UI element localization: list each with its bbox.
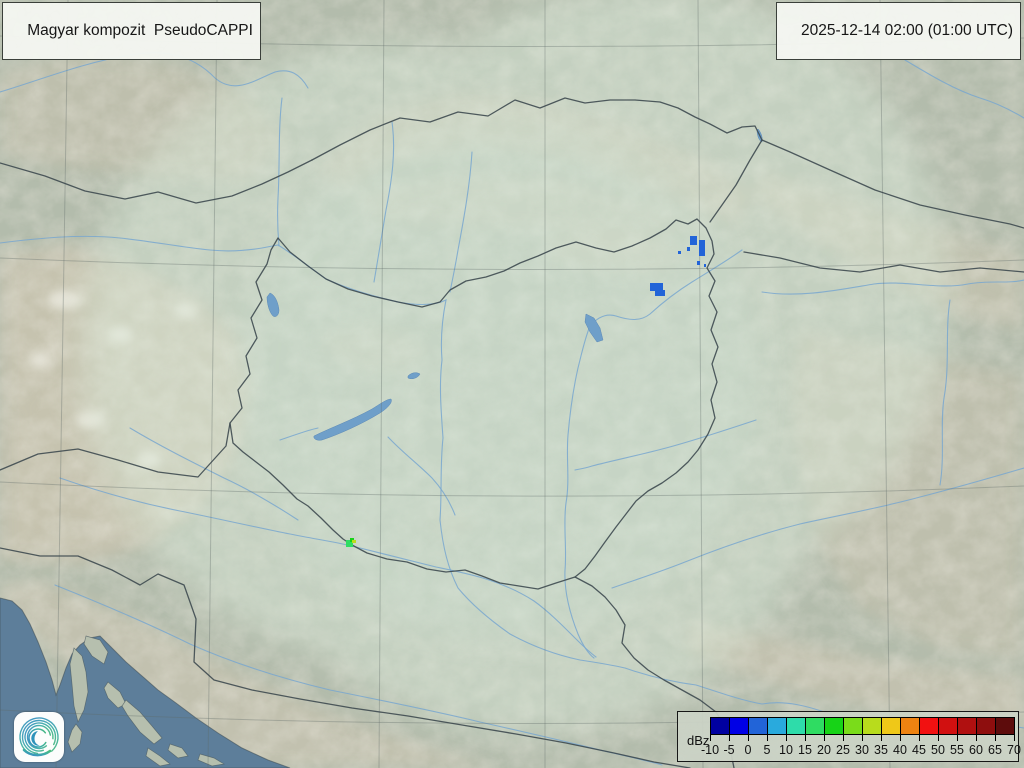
legend-swatch: [786, 717, 806, 735]
legend-tick: [900, 734, 901, 741]
legend-tick: [976, 734, 977, 741]
spiral-core: [31, 731, 40, 746]
legend-swatch: [729, 717, 749, 735]
legend-tick: [805, 734, 806, 741]
legend-swatch: [748, 717, 768, 735]
legend-tick: [824, 734, 825, 741]
legend-tick: [995, 734, 996, 741]
legend-tick: [957, 734, 958, 741]
echo-0-5-dbz: [690, 236, 697, 245]
legend-tick: [1014, 734, 1015, 741]
legend-swatch: [938, 717, 958, 735]
legend-color-scale: [710, 717, 1015, 733]
legend-swatch: [919, 717, 939, 735]
legend-swatch: [824, 717, 844, 735]
echo-0-5-dbz: [678, 251, 681, 254]
legend-swatch: [767, 717, 787, 735]
dbz-legend: dBz -10-50510152025303540455055606570: [677, 711, 1019, 762]
product-label-box: Magyar kompozit PseudoCAPPI: [2, 2, 261, 60]
spiral-vortex-icon: [14, 712, 64, 762]
legend-swatch: [881, 717, 901, 735]
echo-0-5-dbz: [704, 264, 706, 267]
legend-tick: [748, 734, 749, 741]
radar-coverage-core: [240, 120, 760, 640]
legend-tick: [919, 734, 920, 741]
hungaromet-logo: [14, 712, 64, 762]
radar-composite-screen: Magyar kompozit PseudoCAPPI 2025-12-14 0…: [0, 0, 1024, 768]
echo-0-5-dbz: [699, 240, 705, 256]
legend-swatch: [900, 717, 920, 735]
legend-swatch: [862, 717, 882, 735]
legend-tick: [729, 734, 730, 741]
legend-tick: [938, 734, 939, 741]
legend-tick: [786, 734, 787, 741]
timestamp-label: 2025-12-14 02:00 (01:00 UTC): [801, 22, 1013, 39]
echo-0-5-dbz: [687, 247, 690, 251]
legend-tick: [843, 734, 844, 741]
legend-tick: [767, 734, 768, 741]
legend-swatch: [976, 717, 996, 735]
legend-swatch: [995, 717, 1015, 735]
echo-30-35-dbz: [352, 540, 356, 543]
legend-tick: [881, 734, 882, 741]
legend-tick: [862, 734, 863, 741]
legend-tick-label: 70: [997, 743, 1024, 757]
legend-swatch: [710, 717, 730, 735]
echo-0-5-dbz: [650, 283, 663, 291]
timestamp-box: 2025-12-14 02:00 (01:00 UTC): [776, 2, 1021, 60]
echo-0-5-dbz: [697, 261, 700, 265]
product-label: Magyar kompozit PseudoCAPPI: [27, 22, 253, 39]
radar-map: [0, 0, 1024, 768]
legend-swatch: [957, 717, 977, 735]
echo-0-5-dbz: [655, 290, 665, 296]
legend-tick: [710, 734, 711, 741]
legend-swatch: [805, 717, 825, 735]
legend-swatch: [843, 717, 863, 735]
